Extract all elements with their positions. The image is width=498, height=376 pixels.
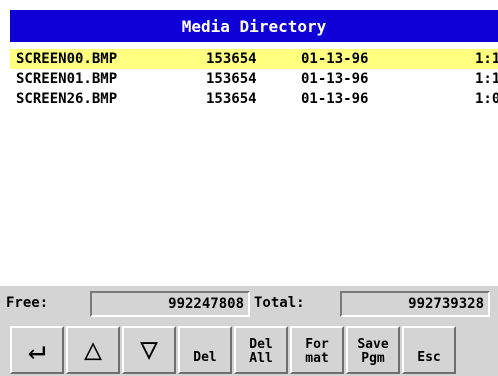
enter-button[interactable]: ↵ xyxy=(10,326,64,374)
delete-button-label: Del xyxy=(193,350,217,365)
triangle-up-icon: △ xyxy=(83,332,103,367)
file-name: SCREEN26.BMP xyxy=(16,91,118,107)
delete-button[interactable]: Del xyxy=(178,326,232,374)
enter-arrow-icon: ↵ xyxy=(27,332,47,367)
delete-all-button-label: Del All xyxy=(249,334,272,366)
file-name: SCREEN01.BMP xyxy=(16,71,118,87)
file-row[interactable]: SCREEN01.BMP 153654 01-13-96 1:13p xyxy=(10,69,498,89)
delete-all-line-2: All xyxy=(249,351,273,366)
save-program-line-2: Pgm xyxy=(361,351,385,366)
file-date: 01-13-96 xyxy=(301,51,369,67)
save-program-line-1: Save xyxy=(357,337,389,352)
file-list[interactable]: SCREEN00.BMP 153654 01-13-96 1:10p SCREE… xyxy=(10,49,498,283)
file-row[interactable]: SCREEN00.BMP 153654 01-13-96 1:10p xyxy=(10,49,498,69)
file-name: SCREEN00.BMP xyxy=(16,51,118,67)
file-date: 01-13-96 xyxy=(301,71,369,87)
delete-all-button[interactable]: Del All xyxy=(234,326,288,374)
save-program-button[interactable]: Save Pgm xyxy=(346,326,400,374)
file-time: 1:13p xyxy=(475,71,498,87)
scroll-up-button[interactable]: △ xyxy=(66,326,120,374)
file-date: 01-13-96 xyxy=(301,91,369,107)
total-label: Total: xyxy=(254,295,305,311)
total-space-field: 992739328 xyxy=(340,291,490,317)
file-size: 153654 xyxy=(206,91,257,107)
save-program-button-label: Save Pgm xyxy=(357,334,388,366)
file-size: 153654 xyxy=(206,51,257,67)
free-space-field: 992247808 xyxy=(90,291,250,317)
window-title: Media Directory xyxy=(181,16,327,36)
scroll-down-button[interactable]: ▽ xyxy=(122,326,176,374)
delete-all-line-1: Del xyxy=(249,337,273,352)
media-directory-screen: Media Directory SCREEN00.BMP 153654 01-1… xyxy=(0,0,498,376)
status-bar: Free: 992247808 Total: 992739328 xyxy=(0,284,498,322)
format-line-1: For xyxy=(305,337,329,352)
file-size: 153654 xyxy=(206,71,257,87)
escape-button[interactable]: Esc xyxy=(402,326,456,374)
title-bar: Media Directory xyxy=(10,10,498,42)
format-button[interactable]: For mat xyxy=(290,326,344,374)
escape-button-label: Esc xyxy=(417,350,441,365)
toolbar: ↵ △ ▽ Del Del All For mat Save Pgm Esc xyxy=(0,322,498,376)
file-time: 1:10p xyxy=(475,51,498,67)
free-label: Free: xyxy=(6,295,49,311)
triangle-down-icon: ▽ xyxy=(139,332,159,367)
format-line-2: mat xyxy=(305,351,329,366)
file-row[interactable]: SCREEN26.BMP 153654 01-13-96 1:08p xyxy=(10,89,498,109)
format-button-label: For mat xyxy=(305,334,328,366)
file-time: 1:08p xyxy=(475,91,498,107)
